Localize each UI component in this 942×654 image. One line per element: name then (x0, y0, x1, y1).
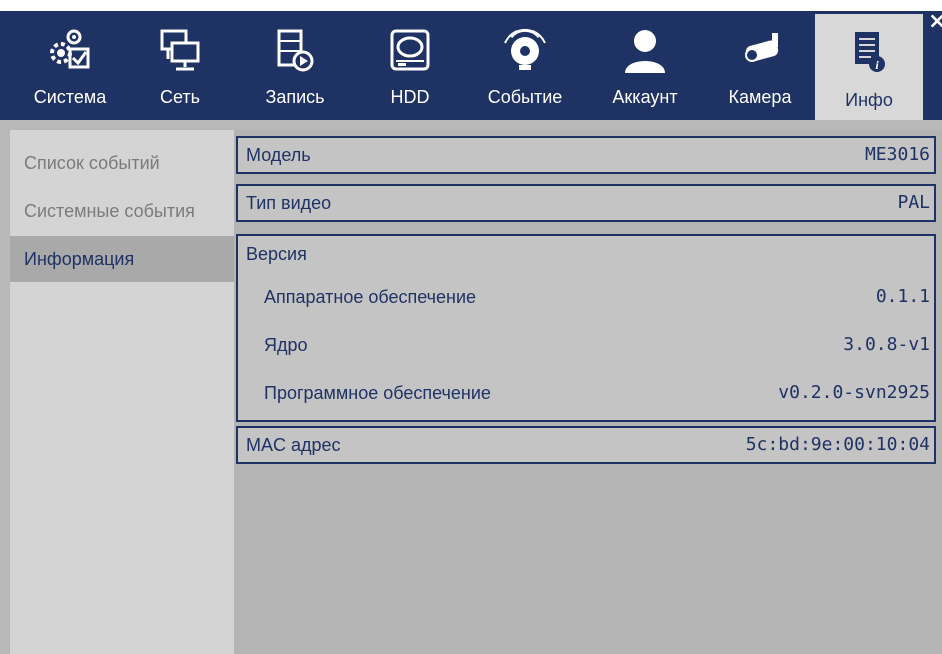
tab-label: Запись (265, 87, 325, 107)
video-type-row: Тип видео PAL (236, 184, 936, 222)
sidebar: Список событий Системные события Информа… (10, 130, 234, 654)
tab-label: Аккаунт (612, 87, 678, 107)
close-icon[interactable]: × (928, 11, 942, 37)
tab-label: Система (33, 87, 107, 107)
mac-label: MAC адрес (246, 435, 341, 455)
hard-disk-icon (388, 27, 432, 75)
hardware-label: Аппаратное обеспечение (264, 287, 477, 307)
sidebar-item-event-list[interactable]: Список событий (10, 140, 234, 186)
tab-label: HDD (390, 87, 430, 107)
hardware-row: Аппаратное обеспечение 0.1.1 (238, 274, 934, 320)
software-row: Программное обеспечение v0.2.0-svn2925 (238, 370, 934, 416)
tab-set[interactable]: Сеть (140, 11, 220, 120)
info-panel: Модель ME3016 Тип видео PAL Версия Аппар… (234, 130, 942, 654)
kernel-label: Ядро (264, 335, 308, 355)
tab-label: Сеть (159, 87, 201, 107)
sidebar-item-system-events[interactable]: Системные события (10, 188, 234, 234)
kernel-value: 3.0.8-v1 (843, 334, 930, 355)
tab-label: Событие (487, 87, 563, 107)
model-value: ME3016 (864, 144, 930, 165)
video-type-label: Тип видео (246, 193, 332, 213)
mac-row: MAC адрес 5c:bd:9e:00:10:04 (236, 426, 936, 464)
camera-icon (738, 27, 782, 75)
tab-info[interactable]: i Инфо (815, 14, 923, 120)
software-label: Программное обеспечение (264, 383, 491, 403)
model-label: Модель (246, 145, 311, 165)
version-group: Версия Аппаратное обеспечение 0.1.1 Ядро… (236, 234, 936, 422)
user-account-icon (623, 27, 667, 75)
film-record-icon (273, 27, 317, 75)
kernel-row: Ядро 3.0.8-v1 (238, 322, 934, 368)
tab-zapis[interactable]: Запись (250, 11, 340, 120)
software-value: v0.2.0-svn2925 (778, 382, 930, 403)
tab-akkaunt[interactable]: Аккаунт (595, 11, 695, 120)
tab-sobytie[interactable]: Событие (475, 11, 575, 120)
tab-label: Камера (728, 87, 792, 107)
mac-value: 5c:bd:9e:00:10:04 (745, 434, 930, 455)
top-navigation-bar: Система Сеть Запись HDD Событие Аккаунт … (0, 11, 942, 120)
version-title: Версия (246, 244, 307, 264)
gears-check-icon (48, 27, 92, 75)
tab-label: Инфо (845, 90, 893, 110)
sidebar-item-information[interactable]: Информация (10, 236, 234, 282)
hardware-value: 0.1.1 (875, 286, 930, 307)
main-body: Список событий Системные события Информа… (0, 120, 942, 654)
model-row: Модель ME3016 (236, 136, 936, 174)
tab-sistema[interactable]: Система (15, 11, 125, 120)
settings-window: Система Сеть Запись HDD Событие Аккаунт … (0, 0, 942, 654)
tab-kamera[interactable]: Камера (710, 11, 810, 120)
video-type-value: PAL (897, 192, 930, 213)
info-document-icon: i (847, 30, 891, 78)
alarm-bell-icon (503, 27, 547, 75)
tab-hdd[interactable]: HDD (370, 11, 450, 120)
network-computers-icon (158, 27, 202, 75)
